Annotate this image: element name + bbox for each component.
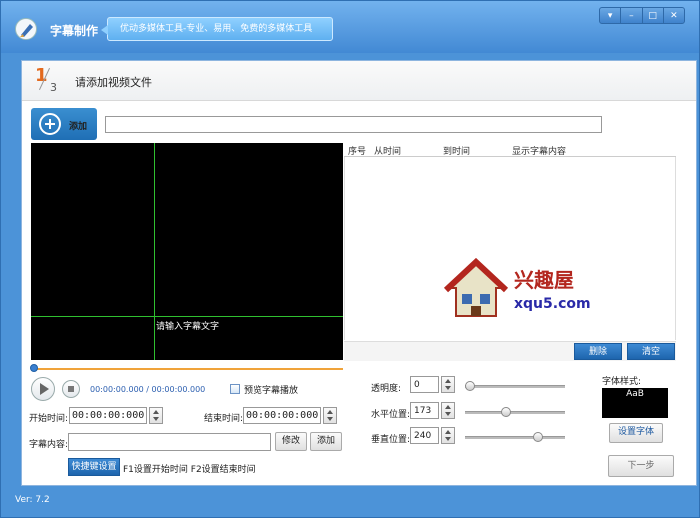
end-time-field[interactable]: 00:00:00:000: [243, 407, 321, 424]
video-path-field[interactable]: [105, 116, 602, 133]
modify-button[interactable]: 修改: [275, 432, 307, 451]
app-window: 字幕制作 优动多媒体工具-专业、易用、免费的多媒体工具 ▾ – □ ✕ 1 3 …: [0, 0, 700, 518]
house-icon: [444, 258, 508, 317]
vertical-position-input[interactable]: 240: [410, 427, 439, 444]
subtitle-content-label: 字幕内容:: [29, 440, 69, 450]
stop-button[interactable]: [62, 380, 80, 398]
delete-button[interactable]: 删除: [574, 343, 622, 360]
horizontal-position-input[interactable]: 173: [410, 402, 439, 419]
title-bar: 字幕制作 优动多媒体工具-专业、易用、免费的多媒体工具 ▾ – □ ✕: [1, 1, 699, 53]
shortcut-hint: F1设置开始时间 F2设置结束时间: [123, 465, 256, 475]
app-logo-icon: [15, 18, 37, 40]
subtitle-list-footer: 删除 清空: [344, 341, 676, 361]
maximize-icon[interactable]: □: [643, 8, 664, 23]
opacity-spinner[interactable]: [441, 376, 455, 393]
menu-dropdown-icon[interactable]: ▾: [600, 8, 622, 23]
next-step-button[interactable]: 下一步: [608, 455, 674, 477]
clear-button[interactable]: 清空: [627, 343, 675, 360]
preview-checkbox-label[interactable]: 预览字幕播放: [244, 383, 298, 396]
horizontal-position-slider[interactable]: [465, 411, 565, 414]
end-time-label: 结束时间:: [204, 414, 244, 424]
playback-time: 00:00:00.000 / 00:00:00.000: [90, 385, 206, 394]
window-controls: ▾ – □ ✕: [599, 7, 685, 24]
app-title: 字幕制作: [50, 24, 99, 38]
subtitle-hint-text: 请输入字幕文字: [156, 322, 220, 332]
opacity-label: 透明度:: [371, 384, 402, 394]
start-time-label: 开始时间:: [29, 414, 69, 424]
opacity-slider-handle[interactable]: [465, 381, 475, 391]
preview-checkbox[interactable]: [230, 384, 240, 394]
add-subtitle-button[interactable]: 添加: [310, 432, 342, 451]
subtitle-content-input[interactable]: [68, 433, 271, 451]
vertical-position-slider[interactable]: [465, 436, 565, 439]
plus-circle-icon: [39, 113, 61, 135]
horizontal-position-spinner[interactable]: [441, 402, 455, 419]
watermark-url: xqu5.com: [514, 296, 591, 312]
font-style-label: 字体样式:: [602, 377, 642, 387]
start-time-field[interactable]: 00:00:00:000: [69, 407, 147, 424]
horizontal-guide-line: [31, 316, 343, 317]
horizontal-position-label: 水平位置:: [371, 410, 411, 420]
vertical-position-slider-handle[interactable]: [533, 432, 544, 442]
vertical-guide-line: [154, 143, 155, 360]
opacity-slider[interactable]: [465, 385, 565, 388]
opacity-input[interactable]: 0: [410, 376, 439, 393]
end-time-spinner[interactable]: [323, 407, 337, 424]
col-to-time[interactable]: 到时间: [443, 144, 470, 157]
play-button[interactable]: [31, 377, 55, 401]
col-from-time[interactable]: 从时间: [374, 144, 401, 157]
add-video-label: 添加: [69, 122, 88, 132]
horizontal-position-slider-handle[interactable]: [501, 407, 511, 417]
close-icon[interactable]: ✕: [664, 8, 684, 23]
watermark-brand: 兴趣屋: [514, 268, 574, 292]
progress-track[interactable]: [31, 368, 343, 370]
col-index[interactable]: 序号: [348, 144, 366, 157]
vertical-position-spinner[interactable]: [441, 427, 455, 444]
start-time-spinner[interactable]: [149, 407, 163, 424]
step-title: 请添加视频文件: [75, 76, 152, 89]
progress-handle[interactable]: [30, 364, 38, 372]
vertical-position-label: 垂直位置:: [371, 435, 411, 445]
main-panel: 1 3 请添加视频文件 添加 请输入字幕文字 序号 从时间 到时间 显示字幕内容: [21, 60, 697, 486]
version-label: Ver: 7.2: [15, 495, 50, 505]
step-header: 1 3 请添加视频文件: [22, 61, 696, 101]
video-preview[interactable]: 请输入字幕文字: [31, 143, 343, 360]
set-font-button[interactable]: 设置字体: [609, 423, 663, 443]
font-preview: AaB: [602, 388, 668, 418]
add-video-button[interactable]: 添加: [31, 108, 97, 140]
col-content[interactable]: 显示字幕内容: [512, 144, 566, 157]
step-total: 3: [50, 81, 57, 94]
minimize-icon[interactable]: –: [621, 8, 643, 23]
subtitle-list-header: 序号 从时间 到时间 显示字幕内容: [344, 143, 676, 157]
shortcut-settings-button[interactable]: 快捷键设置: [68, 458, 120, 476]
app-tagline: 优动多媒体工具-专业、易用、免费的多媒体工具: [101, 17, 333, 41]
